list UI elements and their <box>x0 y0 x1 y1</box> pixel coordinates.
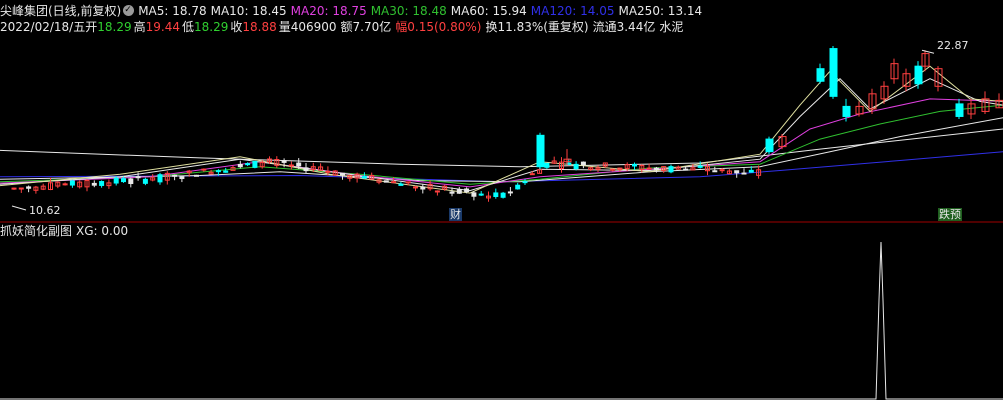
candle-body <box>405 181 411 184</box>
candle-body <box>26 186 32 189</box>
candle-body <box>288 164 294 167</box>
candle-body <box>281 160 287 163</box>
candle-body <box>434 190 440 193</box>
candle-body <box>765 138 774 153</box>
candle-body <box>515 184 521 190</box>
candle-body <box>478 193 484 196</box>
candle-body <box>99 181 105 186</box>
candle-body <box>361 175 367 179</box>
ma20-line <box>0 98 1003 188</box>
candle-body <box>610 168 616 171</box>
candle-body <box>62 183 68 186</box>
candle-body <box>493 192 499 198</box>
xg-value: XG: 0.00 <box>76 224 129 238</box>
candle-body <box>507 191 513 194</box>
candle-body <box>383 180 389 183</box>
candle-body <box>398 183 404 186</box>
kline-chart[interactable] <box>0 0 1003 400</box>
candle-body <box>296 162 302 167</box>
candle-body <box>172 174 178 177</box>
candle-body <box>573 163 579 170</box>
candle-body <box>135 176 141 179</box>
candle-body <box>653 167 659 170</box>
ma5-line <box>0 65 1003 194</box>
sub-chart-header: 抓妖简化副图 XG: 0.00 <box>0 223 132 239</box>
candle-body <box>529 173 535 176</box>
sub-chart-title: 抓妖简化副图 <box>0 224 73 238</box>
candle-body <box>829 48 838 97</box>
candle-body <box>11 187 17 190</box>
candle-body <box>128 178 134 185</box>
candle-body <box>536 134 545 168</box>
candle-body <box>697 165 703 168</box>
candle-body <box>223 170 229 173</box>
candle-body <box>340 172 345 176</box>
candle-body <box>69 180 75 186</box>
candle-body <box>500 192 506 198</box>
candle-body <box>668 166 674 173</box>
candle-body <box>580 161 586 166</box>
candle-body <box>741 172 747 175</box>
candle-body <box>632 163 637 167</box>
candle-body <box>464 188 470 193</box>
high-marker-leader <box>921 49 935 54</box>
candle-body <box>91 182 97 186</box>
ma10-line <box>0 78 1003 192</box>
candle-body <box>325 170 331 173</box>
candle-body <box>544 162 550 168</box>
candle-body <box>683 168 689 171</box>
candle-body <box>18 187 24 190</box>
candle-body <box>303 167 309 172</box>
candle-body <box>719 169 725 172</box>
candle-body <box>413 186 418 189</box>
low-price-marker: 10.62 <box>29 204 61 217</box>
ma250-line <box>0 128 1003 168</box>
candle-body <box>816 68 825 82</box>
candle-body <box>646 167 652 170</box>
candle-body <box>252 160 258 168</box>
candle-body <box>121 178 126 183</box>
candle-body <box>391 181 397 184</box>
candle-body <box>734 170 740 174</box>
candle-body <box>142 178 148 184</box>
candle-body <box>712 170 718 173</box>
candle-body <box>456 189 462 194</box>
earnings-forecast-tag[interactable]: 跌预 <box>938 208 962 221</box>
candle-body <box>471 192 477 197</box>
candle-body <box>522 181 528 184</box>
financial-report-tag[interactable]: 财 <box>449 208 462 221</box>
candle-body <box>420 186 426 190</box>
low-marker-leader <box>11 205 27 211</box>
candle-body <box>245 163 251 166</box>
xg-signal-line <box>0 241 1003 400</box>
candle-body <box>449 191 455 194</box>
candle-body <box>842 105 851 117</box>
candle-body <box>748 169 754 173</box>
candle-body <box>179 176 185 180</box>
candle-body <box>194 174 199 177</box>
candle-body <box>237 163 243 168</box>
candle-body <box>215 170 221 173</box>
candle-body <box>157 174 163 183</box>
candle-body <box>955 103 964 117</box>
candle-body <box>113 177 119 184</box>
high-price-marker: 22.87 <box>937 39 969 52</box>
candle-body <box>914 65 923 85</box>
candle-body <box>201 168 207 171</box>
